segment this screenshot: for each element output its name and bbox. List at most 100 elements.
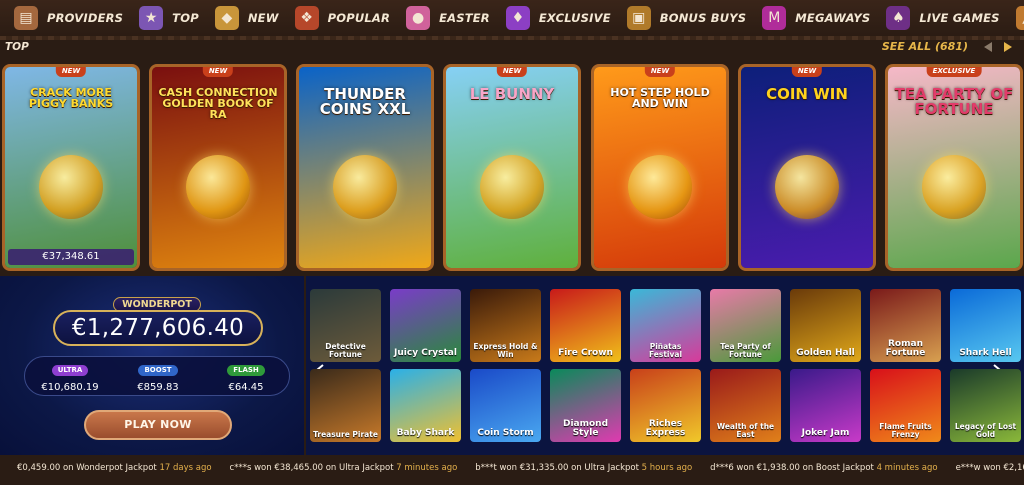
nav-item-label: Megaways [795,11,871,25]
game-tile[interactable]: Detective Fortune [310,289,381,362]
game-tile[interactable]: Treasure Pirate [310,369,381,442]
game-tile-title: Fire Crown [558,348,613,358]
nav-item-popular[interactable]: ❖ Popular [294,0,390,36]
game-emblem-icon [628,155,692,219]
nav-item-megaways[interactable]: M Megaways [762,0,870,36]
game-title: CASH CONNECTION GOLDEN BOOK OF RA [158,86,278,122]
game-tile-title: Golden Hall [796,348,855,358]
game-tile[interactable]: Golden Hall [790,289,861,362]
top-games-row: NEW CRACK MORE PIGGY BANKS €37,348.61 NEW CA… [0,64,1024,272]
game-tile-title: Joker Jam [801,428,850,438]
nav-item-label: Live Games [919,11,1000,25]
ticker-item: €0,459.00 on Wonderpot Jackpot 17 days a… [17,463,212,473]
game-card[interactable]: NEW CRACK MORE PIGGY BANKS €37,348.61 [2,64,140,271]
ticker-item: b***t won €31,335.00 on Ultra Jackpot 5 … [475,463,692,473]
ticker-text: b***t won €31,335.00 on Ultra Jackpot [475,463,639,473]
star-icon: ★ [139,6,164,30]
nav-item-easter[interactable]: ● Easter [406,0,490,36]
game-tile[interactable]: Juicy Crystal [390,289,461,362]
game-card[interactable]: NEW CASH CONNECTION GOLDEN BOOK OF RA [149,64,287,271]
ticker-text: d***6 won €1,938.00 on Boost Jackpot [710,463,874,473]
game-card[interactable]: NEW HOT STEP HOLD AND WIN [591,64,729,271]
ticker-time: 5 hours ago [641,463,693,473]
game-card[interactable]: NEW LE BUNNY [443,64,581,271]
nav-item-live-games[interactable]: ♠ Live Games [886,0,999,36]
game-tile[interactable]: Coin Storm [470,369,541,442]
new-badge: NEW [55,67,87,77]
ticker-time: 17 days ago [159,463,212,473]
jackpot-tier-boost: BOOST €859.83 [113,357,203,393]
game-tile-title: Express Hold & Win [473,342,538,359]
play-now-button[interactable]: PLAY NOW [84,410,232,440]
wonderpot-amount: €1,277,606.40 [53,310,263,346]
jackpot-games-grid: Detective Fortune Juicy Crystal Express Ho… [306,276,1024,455]
tier-label: FLASH [227,365,265,376]
game-tile-title: Coin Storm [477,428,534,438]
game-tile[interactable]: Baby Shark [390,369,461,442]
game-tile-title: Legacy of Lost Gold [954,422,1017,439]
nav-item-exclusive[interactable]: ♦ Exclusive [505,0,611,36]
nav-item-label: Providers [47,11,124,25]
game-tile[interactable]: Fire Crown [550,289,621,362]
game-tile-title: Flame Fruits Frenzy [879,422,932,439]
tier-label: BOOST [138,365,178,376]
ticker-text: €0,459.00 on Wonderpot Jackpot [17,463,157,473]
winners-ticker: €0,459.00 on Wonderpot Jackpot 17 days a… [0,455,1024,485]
jackpot-tier-flash: FLASH €64.45 [201,357,291,393]
m-icon: M [762,6,787,30]
nav-item-instant-games[interactable]: ▲Instant Games [1015,0,1024,36]
game-emblem-icon [333,155,397,219]
next-arrow-icon[interactable] [1002,41,1014,53]
game-title: THUNDER COINS XXL [319,85,411,119]
game-tile-title: Roman Fortune [885,339,926,358]
game-tile[interactable]: Shark Hell [950,289,1021,362]
game-tile[interactable]: Wealth of the East [710,369,781,442]
ticker-text: e***w won €2,161.00 on Boost Jackpot [955,463,1024,473]
game-title: CRACK MORE PIGGY BANKS [28,86,114,111]
game-tile[interactable]: Roman Fortune [870,289,941,362]
game-tile[interactable]: Legacy of Lost Gold [950,369,1021,442]
nav-item-bonus-buys[interactable]: ▣ Bonus Buys [626,0,747,36]
prev-arrow-icon[interactable] [982,41,994,53]
treasure-icon: ❖ [294,6,319,30]
tier-label: ULTRA [51,365,89,376]
ticker-item: d***6 won €1,938.00 on Boost Jackpot 4 m… [710,463,937,473]
cards-icon: ♠ [886,6,911,30]
jackpot-amount: €37,348.61 [8,249,134,265]
tier-value: €859.83 [137,382,179,393]
game-emblem-icon [39,155,103,219]
nav-item-top[interactable]: ★ Top [139,0,199,36]
nav-item-label: Top [172,11,199,25]
nav-item-providers[interactable]: ▤ Providers [14,0,123,36]
nav-item-new[interactable]: ◆ New [214,0,279,36]
game-card[interactable]: THUNDER COINS XXL [296,64,434,271]
see-all-link[interactable]: SEE ALL (681) [882,40,968,53]
new-badge: NEW [496,67,528,77]
game-tile-title: Wealth of the East [716,422,775,439]
game-emblem-icon [480,155,544,219]
game-tile-title: Riches Express [645,419,686,438]
ticker-time: 7 minutes ago [396,463,458,473]
tier-value: €64.45 [228,382,264,393]
ticker-item: c***s won €38,465.00 on Ultra Jackpot 7 … [230,463,458,473]
game-tile[interactable]: Piñatas Festival [630,289,701,362]
ticker-text: c***s won €38,465.00 on Ultra Jackpot [229,463,394,473]
nav-item-label: Bonus Buys [659,11,747,25]
new-badge: NEW [791,67,823,77]
game-tile[interactable]: Express Hold & Win [470,289,541,362]
rocket-icon: ▲ [1015,6,1024,30]
game-tile[interactable]: Diamond Style [550,369,621,442]
game-title: HOT STEP HOLD AND WIN [610,86,710,111]
ticker-item: e***w won €2,161.00 on Boost Jackpot 20 … [956,463,1024,473]
game-tile[interactable]: Riches Express [630,369,701,442]
jackpot-tiers: ULTRA €10,680.19 BOOST €859.83 FLASH €64.45 [24,356,290,396]
game-tile[interactable]: Flame Fruits Frenzy [870,369,941,442]
game-tile[interactable]: Joker Jam [790,369,861,442]
game-card[interactable]: NEW COIN WIN [738,64,876,271]
game-tile[interactable]: Tea Party of Fortune [710,289,781,362]
game-title: COIN WIN [766,85,848,103]
game-tile-title: Diamond Style [562,419,609,438]
game-emblem-icon [922,155,986,219]
game-title: LE BUNNY [469,85,555,103]
game-card[interactable]: EXCLUSIVE TEA PARTY OF FORTUNE [885,64,1023,271]
